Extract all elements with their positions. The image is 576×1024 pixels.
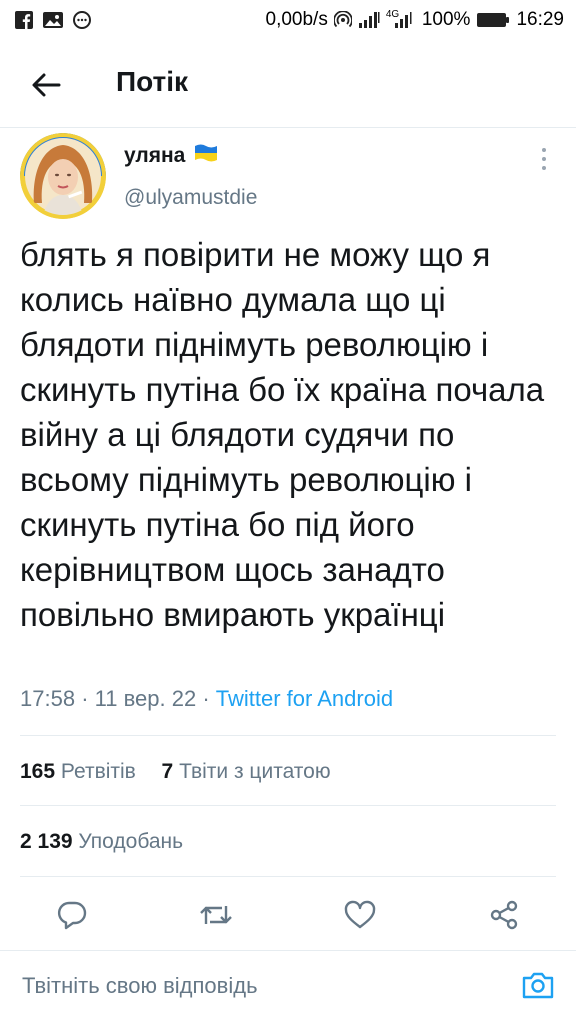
retweet-button[interactable]	[196, 895, 236, 935]
likes-count: 2 139	[20, 830, 73, 853]
camera-button[interactable]	[518, 965, 558, 1005]
network-type: 4G	[385, 9, 400, 20]
status-bar: 0,00b/s 4G 100% 16:29	[0, 0, 576, 40]
camera-icon	[522, 972, 554, 999]
clock: 16:29	[516, 9, 564, 30]
more-dot	[542, 166, 546, 170]
tweet-date: 11 вер. 22	[94, 686, 197, 711]
share-button[interactable]	[484, 895, 524, 935]
chat-icon	[72, 10, 92, 30]
tweet-timestamp-row: 17:58 · 11 вер. 22 · Twitter for Android	[20, 686, 393, 712]
quotes-label: Твіти з цитатою	[179, 760, 331, 783]
tweet-text: блять я повірити не можу що я колись наї…	[20, 236, 545, 633]
author-handle[interactable]: @ulyamustdie	[124, 186, 257, 210]
retweet-icon	[200, 906, 232, 924]
share-icon	[490, 900, 518, 930]
like-icon	[344, 900, 376, 929]
retweets-count: 165	[20, 760, 56, 783]
page-title: Потік	[116, 66, 189, 97]
avatar[interactable]	[20, 133, 106, 219]
ukraine-flag-icon	[193, 143, 219, 168]
gallery-icon	[42, 10, 64, 30]
meta-separator: ·	[81, 686, 89, 711]
quotes-stat[interactable]: 7 Твіти з цитатою	[162, 760, 331, 783]
network-speed: 0,00b/s	[265, 9, 328, 30]
author-name-row[interactable]: уляна	[124, 143, 219, 168]
tweet-time: 17:58	[20, 686, 76, 711]
signal-4g-icon: 4G	[385, 9, 416, 29]
divider	[20, 876, 556, 877]
reply-bar	[0, 950, 576, 1024]
divider	[20, 805, 556, 806]
retweets-stat[interactable]: 165 Ретвітів	[20, 760, 136, 783]
like-button[interactable]	[340, 895, 380, 935]
app-header: Потік	[0, 40, 576, 128]
likes-stats-row: 2 139 Уподобань	[20, 830, 183, 854]
facebook-icon	[14, 10, 34, 30]
reply-button[interactable]	[52, 895, 92, 935]
reply-icon	[57, 901, 87, 930]
battery-percent: 100%	[421, 9, 471, 30]
status-bar-notifications	[14, 10, 92, 30]
meta-separator: ·	[202, 686, 210, 711]
more-dot	[542, 157, 546, 161]
more-options-button[interactable]	[532, 146, 556, 172]
hotspot-icon	[333, 11, 352, 29]
retweets-label: Ретвітів	[60, 760, 136, 783]
tweet-source-link[interactable]: Twitter for Android	[216, 686, 393, 711]
retweet-stats-row: 165 Ретвітів 7 Твіти з цитатою	[20, 760, 331, 784]
likes-label: Уподобань	[78, 830, 184, 853]
likes-stat[interactable]: 2 139 Уподобань	[20, 830, 183, 853]
quotes-count: 7	[161, 760, 174, 783]
reply-input[interactable]	[22, 971, 482, 1001]
back-button[interactable]	[26, 68, 66, 102]
arrow-left-icon	[32, 73, 61, 97]
divider	[20, 735, 556, 736]
status-bar-system: 0,00b/s 4G 100% 16:29	[266, 9, 564, 31]
more-dot	[542, 148, 546, 152]
display-name: уляна	[124, 143, 186, 167]
signal-icon	[358, 11, 380, 29]
battery-icon	[476, 11, 510, 29]
